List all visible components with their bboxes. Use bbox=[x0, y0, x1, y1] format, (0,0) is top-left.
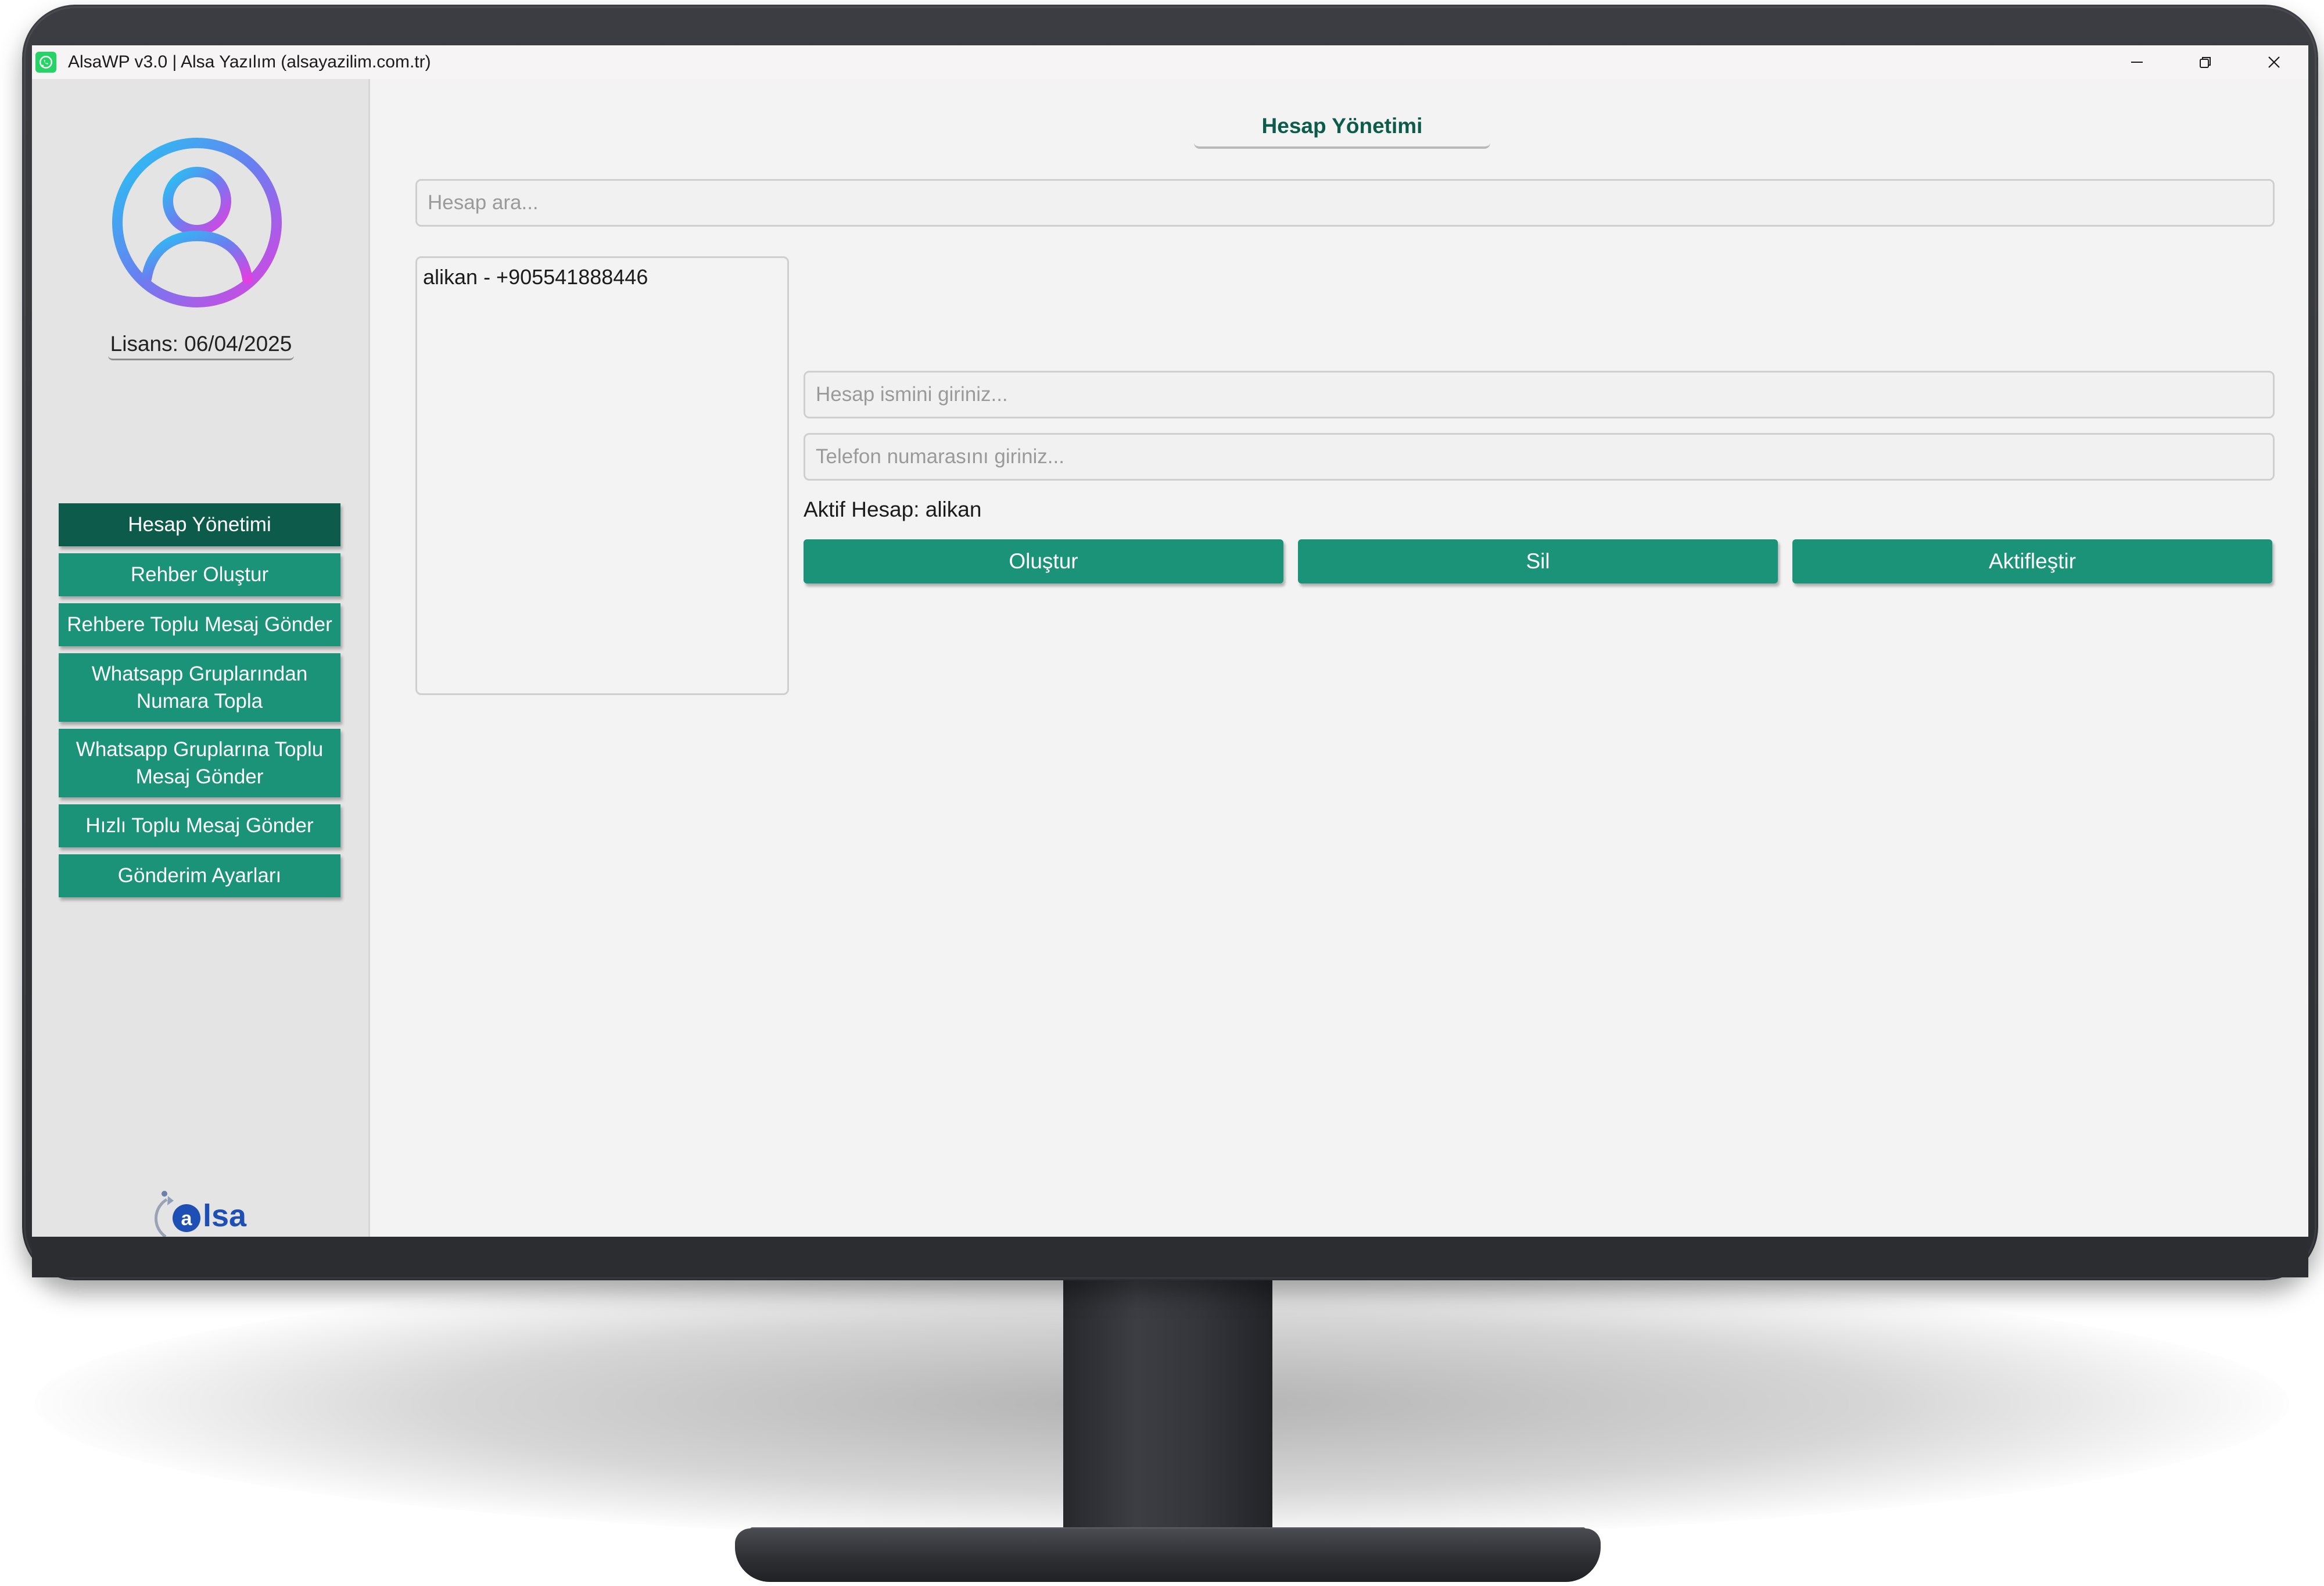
sidebar-item-rehbere-toplu-mesaj[interactable]: Rehbere Toplu Mesaj Gönder bbox=[59, 603, 340, 646]
monitor-stand-neck bbox=[1063, 1276, 1272, 1555]
sidebar-nav: Hesap Yönetimi Rehber Oluştur Rehbere To… bbox=[59, 503, 340, 904]
window-title: AlsaWP v3.0 | Alsa Yazılım (alsayazilim.… bbox=[68, 52, 431, 71]
window-controls bbox=[2103, 45, 2308, 79]
license-label: Lisans: 06/04/2025 bbox=[32, 332, 370, 360]
minimize-icon[interactable] bbox=[2103, 45, 2171, 79]
activate-button[interactable]: Aktifleştir bbox=[1792, 539, 2272, 583]
monitor-stand-base bbox=[735, 1528, 1601, 1582]
account-list[interactable]: alikan - +905541888446 bbox=[415, 256, 789, 695]
title-bar[interactable]: AlsaWP v3.0 | Alsa Yazılım (alsayazilim.… bbox=[32, 45, 2308, 79]
search-input[interactable] bbox=[415, 179, 2275, 227]
delete-button[interactable]: Sil bbox=[1298, 539, 1778, 583]
license-text: Lisans: 06/04/2025 bbox=[107, 332, 295, 360]
alsa-logo: a lsa bbox=[148, 1183, 264, 1237]
svg-text:lsa: lsa bbox=[203, 1198, 247, 1233]
restore-icon[interactable] bbox=[2171, 45, 2240, 79]
page-title: Hesap Yönetimi bbox=[1194, 114, 1490, 149]
sidebar-item-gonderim-ayarlari[interactable]: Gönderim Ayarları bbox=[59, 854, 340, 897]
account-name-input[interactable] bbox=[804, 371, 2275, 418]
sidebar-item-hizli-toplu-mesaj[interactable]: Hızlı Toplu Mesaj Gönder bbox=[59, 804, 340, 847]
phone-number-input[interactable] bbox=[804, 433, 2275, 481]
create-button[interactable]: Oluştur bbox=[804, 539, 1283, 583]
sidebar-item-gruplara-toplu-mesaj[interactable]: Whatsapp Gruplarına Toplu Mesaj Gönder bbox=[59, 729, 340, 797]
list-item[interactable]: alikan - +905541888446 bbox=[423, 264, 781, 291]
whatsapp-icon bbox=[35, 52, 56, 73]
app-window: AlsaWP v3.0 | Alsa Yazılım (alsayazilim.… bbox=[32, 45, 2308, 1237]
svg-text:a: a bbox=[181, 1208, 193, 1230]
active-account-label: Aktif Hesap: alikan bbox=[804, 497, 982, 521]
sidebar: Lisans: 06/04/2025 Hesap Yönetimi Rehber… bbox=[32, 79, 370, 1237]
sidebar-item-hesap-yonetimi[interactable]: Hesap Yönetimi bbox=[59, 503, 340, 546]
monitor-chin bbox=[32, 1237, 2308, 1277]
sidebar-item-rehber-olustur[interactable]: Rehber Oluştur bbox=[59, 553, 340, 596]
user-avatar-icon bbox=[110, 136, 284, 309]
sidebar-item-gruplardan-numara-topla[interactable]: Whatsapp Gruplarından Numara Topla bbox=[59, 653, 340, 722]
close-icon[interactable] bbox=[2240, 45, 2308, 79]
